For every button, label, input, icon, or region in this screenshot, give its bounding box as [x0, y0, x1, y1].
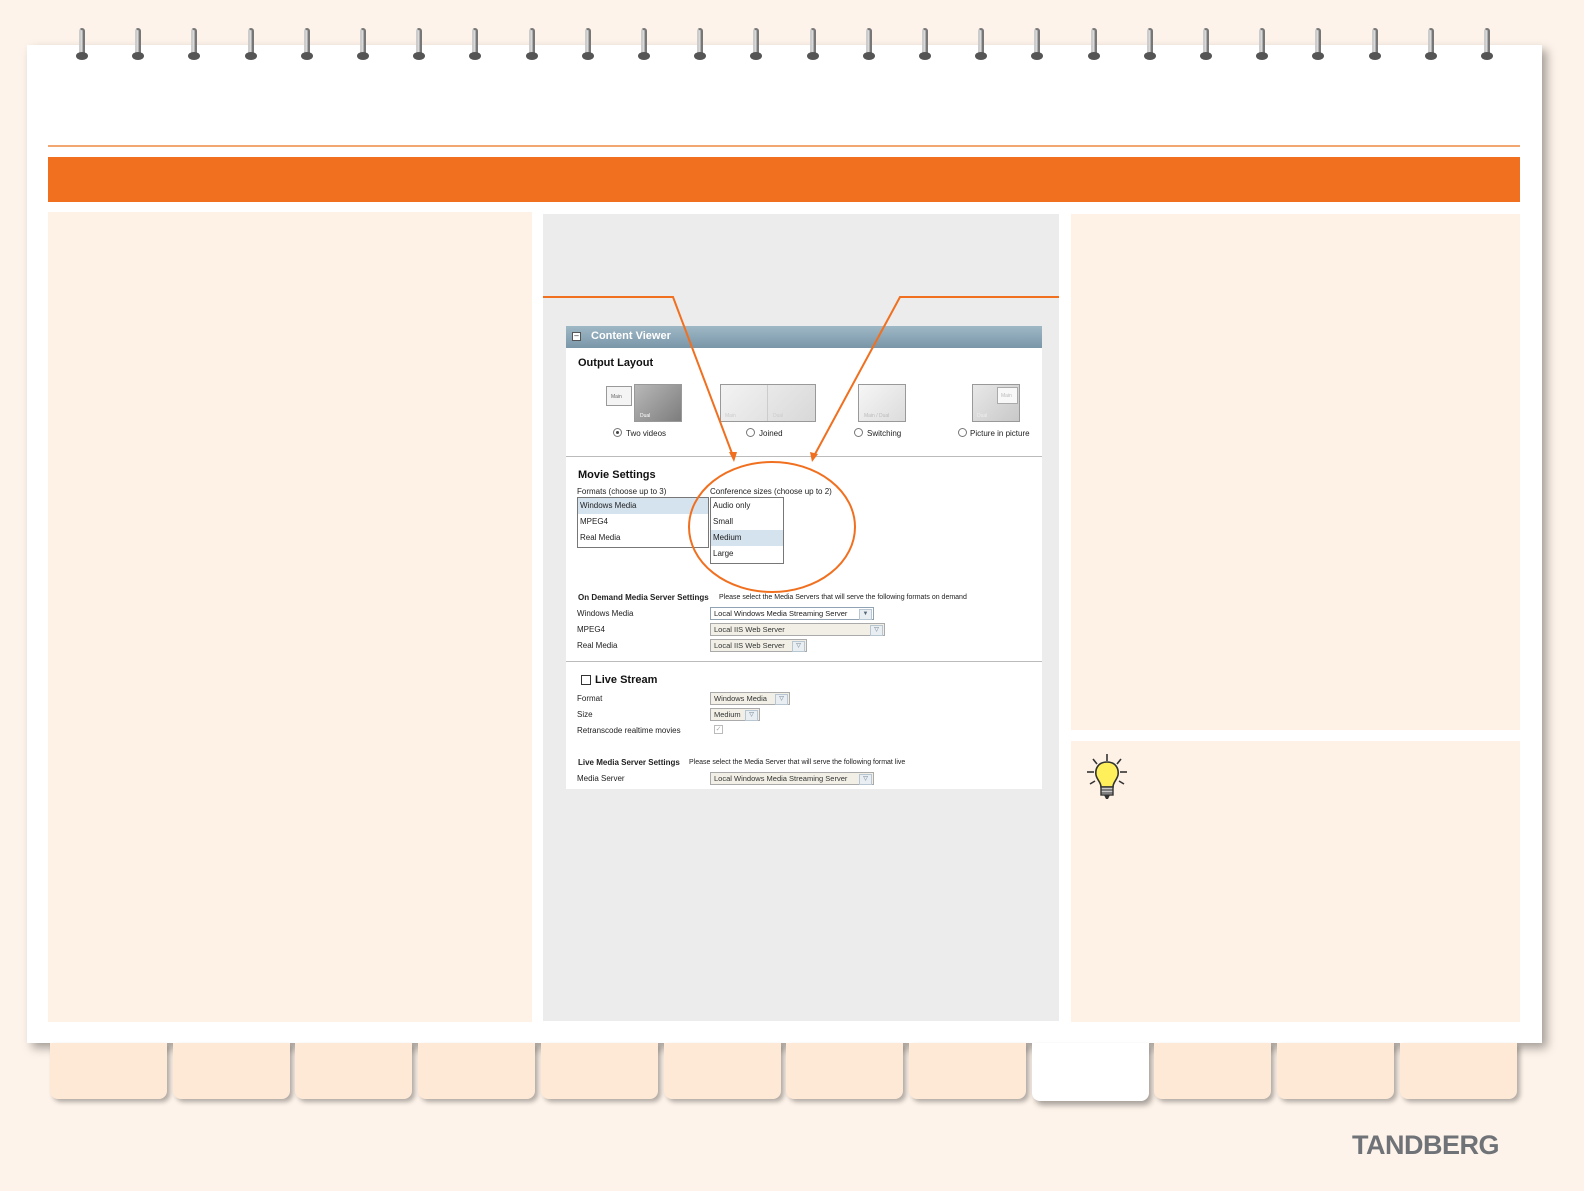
section-tab[interactable]: [418, 1043, 536, 1099]
tandberg-logo: TANDBERG: [1352, 1130, 1500, 1160]
callout-line-right: [813, 296, 1059, 457]
section-tab[interactable]: [1154, 1043, 1272, 1099]
callout-line-left: [543, 296, 734, 457]
section-tab[interactable]: [908, 1043, 1026, 1099]
arrow-head-right: [810, 452, 818, 462]
arrow-head-left: [729, 452, 737, 462]
section-tab[interactable]: [295, 1043, 413, 1099]
callout-circle: [688, 461, 856, 593]
section-tab[interactable]: [540, 1043, 658, 1099]
section-tab[interactable]: [1031, 1043, 1149, 1101]
section-tab[interactable]: [1399, 1043, 1517, 1099]
section-tab[interactable]: [663, 1043, 781, 1099]
section-tab[interactable]: [50, 1043, 167, 1099]
section-tab[interactable]: [786, 1043, 904, 1099]
section-tab[interactable]: [1277, 1043, 1394, 1099]
callout-annotations: [543, 296, 1059, 593]
section-tab[interactable]: [172, 1043, 290, 1099]
